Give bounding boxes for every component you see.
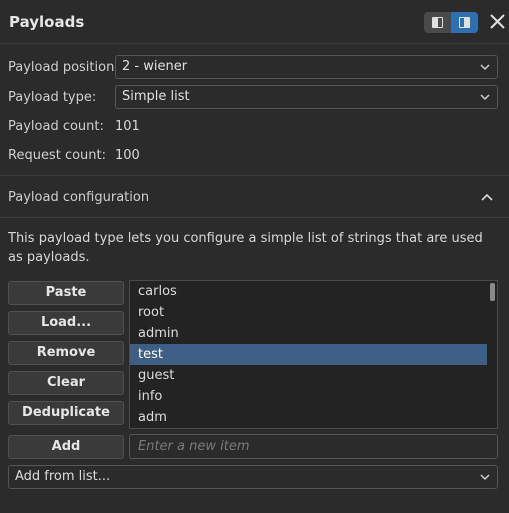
payload-type-description: This payload type lets you configure a s… xyxy=(8,231,483,265)
layout-right-button[interactable] xyxy=(451,12,478,33)
list-item[interactable]: info xyxy=(130,386,487,407)
payload-configuration-title: Payload configuration xyxy=(8,190,150,205)
list-item[interactable]: carlos xyxy=(130,281,487,302)
request-count-value: 100 xyxy=(115,148,140,163)
panel-title: Payloads xyxy=(9,13,85,31)
payload-type-value: Simple list xyxy=(122,89,190,104)
list-item[interactable]: root xyxy=(130,302,487,323)
layout-left-icon xyxy=(432,17,443,28)
list-item[interactable]: adm xyxy=(130,407,487,428)
list-scrollbar[interactable] xyxy=(488,281,497,428)
close-button[interactable] xyxy=(488,12,507,31)
close-icon xyxy=(490,14,505,29)
layout-toggle[interactable] xyxy=(424,12,478,33)
chevron-down-icon xyxy=(480,474,490,481)
section-header-divider xyxy=(0,217,509,218)
payload-count-label: Payload count: xyxy=(8,119,104,134)
chevron-down-icon xyxy=(480,94,490,101)
list-item[interactable]: admin xyxy=(130,323,487,344)
payload-position-select[interactable]: 2 - wiener xyxy=(115,55,498,79)
request-count-label: Request count: xyxy=(8,148,106,163)
scroll-thumb[interactable] xyxy=(490,283,495,301)
payload-position-value: 2 - wiener xyxy=(122,59,188,74)
paste-button[interactable]: Paste xyxy=(8,281,124,305)
payloads-panel: Payloads Payload position: 2 - wiener Pa… xyxy=(0,0,509,513)
load-button[interactable]: Load... xyxy=(8,311,124,335)
chevron-down-icon xyxy=(480,64,490,71)
panel-header: Payloads xyxy=(0,0,509,44)
remove-button[interactable]: Remove xyxy=(8,341,124,365)
payload-list[interactable]: carlos root admin test guest info adm xyxy=(129,280,498,429)
layout-left-button[interactable] xyxy=(424,12,451,33)
payload-type-select[interactable]: Simple list xyxy=(115,85,498,109)
add-from-list-select[interactable]: Add from list... xyxy=(8,465,498,489)
list-item[interactable]: guest xyxy=(130,365,487,386)
new-item-input[interactable] xyxy=(129,434,498,459)
list-item-selected[interactable]: test xyxy=(130,344,487,365)
payload-position-label: Payload position: xyxy=(8,60,119,75)
add-from-list-label: Add from list... xyxy=(15,469,111,484)
layout-right-icon xyxy=(459,17,470,28)
payload-count-value: 101 xyxy=(115,119,140,134)
section-divider xyxy=(0,175,509,176)
add-button[interactable]: Add xyxy=(8,435,124,459)
chevron-up-icon[interactable] xyxy=(480,190,494,204)
payload-type-label: Payload type: xyxy=(8,90,97,105)
deduplicate-button[interactable]: Deduplicate xyxy=(8,401,124,425)
clear-button[interactable]: Clear xyxy=(8,371,124,395)
